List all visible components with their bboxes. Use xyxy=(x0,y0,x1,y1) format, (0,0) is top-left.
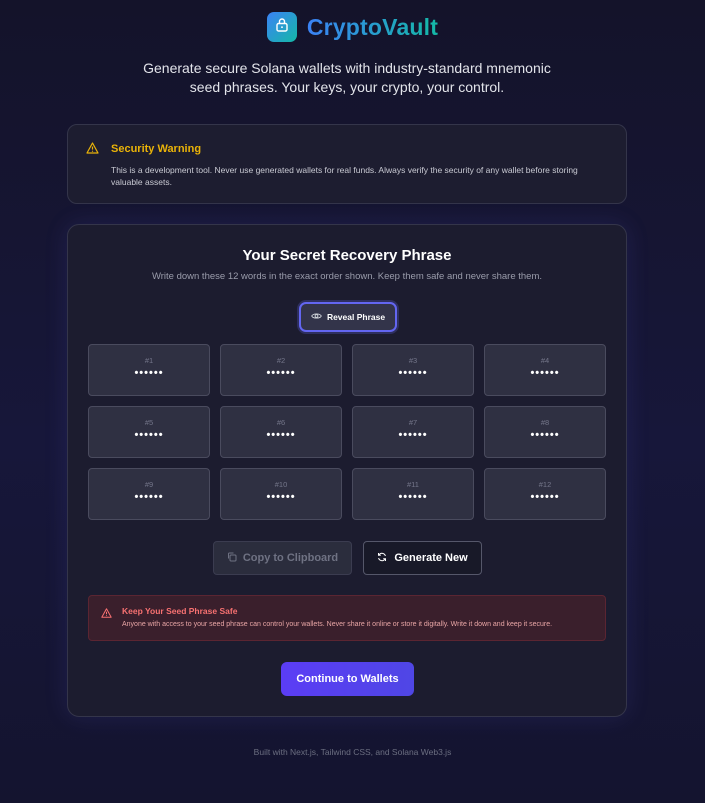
seed-word-cell[interactable]: #10 •••••• xyxy=(220,468,342,520)
seed-word-value: •••••• xyxy=(134,367,164,379)
seed-word-number: #4 xyxy=(540,356,550,365)
eye-icon xyxy=(311,312,322,322)
seed-word-number: #1 xyxy=(144,356,154,365)
logo-badge xyxy=(266,12,297,42)
seed-word-cell[interactable]: #2 •••••• xyxy=(220,344,342,396)
seed-word-number: #12 xyxy=(538,480,552,489)
seed-word-value: •••••• xyxy=(398,429,428,441)
generate-new-label: Generate New xyxy=(394,552,468,564)
seed-word-cell[interactable]: #5 •••••• xyxy=(88,406,210,458)
reveal-phrase-button[interactable]: Reveal Phrase xyxy=(299,302,397,332)
seed-word-value: •••••• xyxy=(266,367,296,379)
generate-new-button[interactable]: Generate New xyxy=(363,541,482,575)
seed-word-number: #11 xyxy=(407,480,419,489)
warning-triangle-icon xyxy=(86,141,99,188)
security-warning-text: This is a development tool. Never use ge… xyxy=(111,165,578,187)
seed-word-cell[interactable]: #7 •••••• xyxy=(352,406,474,458)
reveal-phrase-label: Reveal Phrase xyxy=(326,312,386,322)
seed-word-value: •••••• xyxy=(530,429,560,441)
seed-word-value: •••••• xyxy=(530,491,560,503)
seed-word-value: •••••• xyxy=(266,491,296,503)
seed-word-value: •••••• xyxy=(134,429,164,441)
seed-word-value: •••••• xyxy=(398,367,428,379)
seed-word-number: #9 xyxy=(144,480,154,489)
security-warning-card: Security Warning This is a development t… xyxy=(67,124,627,204)
copy-to-clipboard-button[interactable]: Copy to Clipboard xyxy=(213,541,352,575)
seed-word-cell[interactable]: #3 •••••• xyxy=(352,344,474,396)
seed-word-number: #10 xyxy=(274,480,288,489)
security-warning-title: Security Warning xyxy=(111,143,202,155)
safety-notice: Keep Your Seed Phrase Safe Anyone with a… xyxy=(88,595,606,641)
app-header: CryptoVault xyxy=(0,12,705,42)
recovery-phrase-card: Your Secret Recovery Phrase Write down t… xyxy=(67,224,627,717)
phrase-subtitle: Write down these 12 words in the exact o… xyxy=(151,271,543,282)
safety-notice-title: Keep Your Seed Phrase Safe xyxy=(122,606,238,616)
brand-title: CryptoVault xyxy=(306,13,439,40)
seed-word-value: •••••• xyxy=(530,367,560,379)
seed-word-number: #6 xyxy=(276,418,286,427)
seed-word-cell[interactable]: #11 •••••• xyxy=(352,468,474,520)
phrase-title: Your Secret Recovery Phrase xyxy=(242,247,452,264)
seed-word-number: #7 xyxy=(408,418,418,427)
tagline: Generate secure Solana wallets with indu… xyxy=(143,60,551,95)
seed-word-value: •••••• xyxy=(134,491,164,503)
seed-word-number: #5 xyxy=(144,418,154,427)
seed-word-number: #2 xyxy=(276,356,286,365)
refresh-icon xyxy=(377,552,387,565)
seed-word-cell[interactable]: #6 •••••• xyxy=(220,406,342,458)
seed-word-value: •••••• xyxy=(266,429,296,441)
copy-icon xyxy=(227,552,237,565)
footer-credits: Built with Next.js, Tailwind CSS, and So… xyxy=(253,747,452,757)
seed-word-grid: #1 •••••• #2 •••••• #3 •••••• #4 •••••• #5 ••… xyxy=(88,344,606,520)
seed-word-cell[interactable]: #12 •••••• xyxy=(484,468,606,520)
alert-triangle-icon xyxy=(101,605,112,631)
seed-word-cell[interactable]: #9 •••••• xyxy=(88,468,210,520)
continue-to-wallets-button[interactable]: Continue to Wallets xyxy=(281,662,414,696)
seed-word-value: •••••• xyxy=(398,491,428,503)
seed-word-cell[interactable]: #8 •••••• xyxy=(484,406,606,458)
copy-label: Copy to Clipboard xyxy=(242,552,339,564)
seed-word-number: #3 xyxy=(408,356,418,365)
safety-notice-text: Anyone with access to your seed phrase c… xyxy=(122,621,553,628)
seed-word-number: #8 xyxy=(540,418,550,427)
seed-word-cell[interactable]: #4 •••••• xyxy=(484,344,606,396)
seed-word-cell[interactable]: #1 •••••• xyxy=(88,344,210,396)
lock-icon xyxy=(275,17,289,37)
